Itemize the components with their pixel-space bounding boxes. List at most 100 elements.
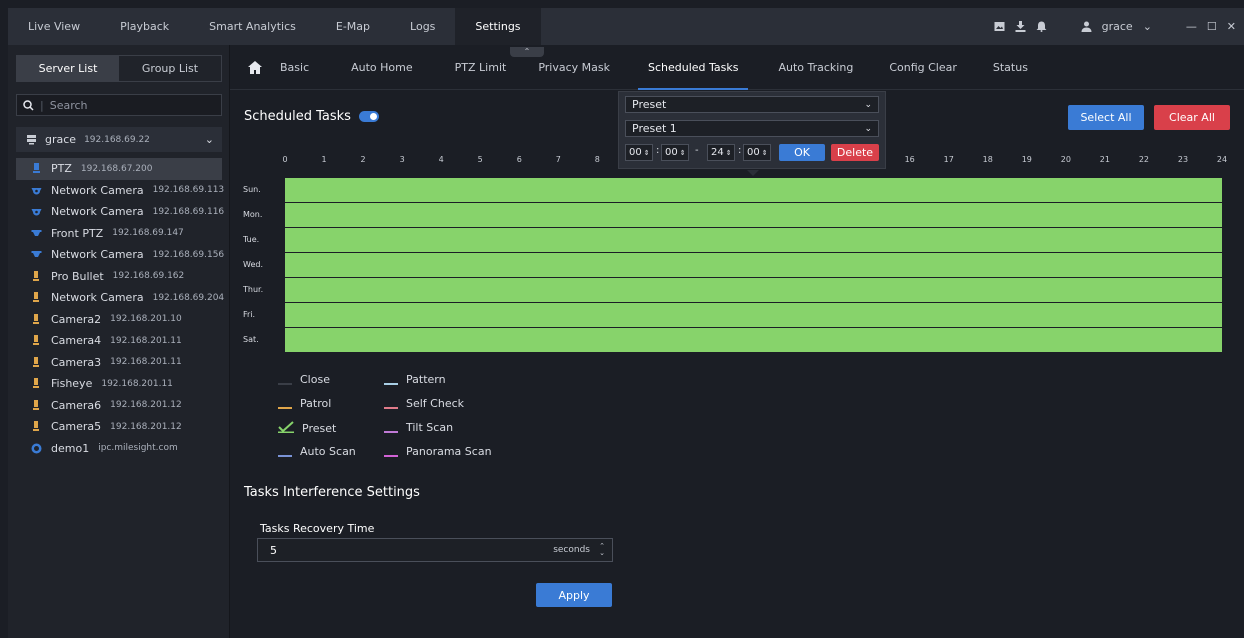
end-hour-input[interactable]: 24 ⇕ — [707, 144, 735, 161]
start-hour-input[interactable]: 00 ⇕ — [625, 144, 653, 161]
subtab-privacy-mask[interactable]: Privacy Mask — [520, 45, 624, 90]
schedule-row[interactable] — [285, 253, 1222, 277]
device-name: Pro Bullet — [51, 269, 104, 283]
sidebar-tabs: Server List Group List — [16, 55, 222, 82]
tab-smart-analytics[interactable]: Smart Analytics — [189, 8, 316, 45]
device-item[interactable]: Pro Bullet 192.168.69.162 — [16, 266, 222, 288]
tab-logs[interactable]: Logs — [390, 8, 455, 45]
server-node[interactable]: grace 192.168.69.22 ⌄ — [16, 127, 222, 152]
legend-label: Panorama Scan — [406, 445, 492, 458]
task-type-select[interactable]: Preset ⌄ — [625, 96, 879, 113]
settings-main: ⌃ Basic Auto Home PTZ Limit Privacy Mask… — [230, 45, 1244, 638]
device-item[interactable]: Camera5 192.168.201.12 — [16, 416, 222, 438]
device-ip: 192.168.69.116 — [152, 206, 225, 217]
subtab-status[interactable]: Status — [971, 45, 1042, 90]
schedule-row[interactable] — [285, 203, 1222, 227]
device-item[interactable]: PTZ 192.168.67.200 — [16, 158, 222, 180]
subtab-auto-home[interactable]: Auto Home — [323, 45, 427, 90]
device-item[interactable]: demo1 ipc.milesight.com — [16, 438, 222, 460]
top-nav-bar: Live View Playback Smart Analytics E-Map… — [8, 8, 1244, 45]
legend-item: Patrol — [278, 397, 331, 410]
tab-settings[interactable]: Settings — [455, 8, 541, 45]
device-ip: 192.168.69.147 — [112, 228, 184, 239]
subtab-config-clear[interactable]: Config Clear — [867, 45, 971, 90]
schedule-row[interactable] — [285, 178, 1222, 202]
device-item[interactable]: Camera2 192.168.201.10 — [16, 309, 222, 331]
legend-item: Close — [278, 373, 330, 386]
delete-button[interactable]: Delete — [831, 144, 879, 161]
legend-item: Auto Scan — [278, 445, 356, 458]
hour-tick-label: 0 — [282, 155, 288, 164]
schedule-row[interactable] — [285, 328, 1222, 352]
subtab-auto-tracking[interactable]: Auto Tracking — [762, 45, 867, 90]
schedule-row[interactable] — [285, 303, 1222, 327]
legend-swatch — [384, 430, 398, 433]
checkmark-icon — [278, 421, 294, 436]
recovery-time-input[interactable]: 5 seconds ⌃ ⌄ — [257, 538, 613, 562]
device-ip: 192.168.201.11 — [101, 378, 173, 389]
home-icon[interactable] — [248, 60, 262, 74]
tab-e-map[interactable]: E-Map — [316, 8, 390, 45]
chevron-down-icon[interactable]: ⌄ — [1143, 20, 1152, 33]
device-name: Network Camera — [51, 205, 144, 219]
device-name: Network Camera — [51, 183, 144, 197]
ok-button[interactable]: OK — [779, 144, 825, 161]
tab-live-view[interactable]: Live View — [8, 8, 100, 45]
server-ip: 192.168.69.22 — [84, 134, 150, 145]
legend-label: Patrol — [300, 397, 332, 410]
device-item[interactable]: Front PTZ 192.168.69.147 — [16, 223, 222, 245]
hour-tick-label: 18 — [982, 155, 993, 164]
download-icon[interactable] — [1015, 21, 1026, 32]
subtab-ptz-limit[interactable]: PTZ Limit — [427, 45, 521, 90]
end-minute-input[interactable]: 00 ⇕ — [743, 144, 771, 161]
device-item[interactable]: Camera6 192.168.201.12 — [16, 395, 222, 417]
preset-select[interactable]: Preset 1 ⌄ — [625, 120, 879, 137]
bullet-camera-icon — [31, 313, 42, 325]
schedule-grid[interactable] — [285, 178, 1222, 353]
picture-icon[interactable] — [994, 21, 1005, 32]
device-name: PTZ — [51, 162, 72, 176]
subtab-scheduled-tasks[interactable]: Scheduled Tasks — [624, 45, 763, 90]
hour-tick-label: 21 — [1099, 155, 1110, 164]
start-minute-input[interactable]: 00 ⇕ — [661, 144, 689, 161]
schedule-row[interactable] — [285, 278, 1222, 302]
device-item[interactable]: Network Camera 192.168.69.116 — [16, 201, 225, 223]
username[interactable]: grace — [1102, 20, 1133, 33]
select-all-button[interactable]: Select All — [1068, 105, 1144, 130]
day-label: Sun. — [243, 185, 261, 194]
tab-group-list[interactable]: Group List — [119, 56, 221, 81]
legend-label: Close — [300, 373, 330, 386]
chevron-down-icon[interactable]: ⌄ — [205, 133, 214, 146]
maximize-icon[interactable]: ☐ — [1207, 20, 1217, 33]
device-item[interactable]: Camera4 192.168.201.11 — [16, 330, 222, 352]
close-icon[interactable]: ✕ — [1227, 20, 1236, 33]
bullet-camera-icon — [31, 378, 42, 389]
legend-swatch — [278, 406, 292, 409]
device-name: Network Camera — [51, 291, 144, 305]
minimize-icon[interactable]: — — [1186, 20, 1197, 33]
tab-playback[interactable]: Playback — [100, 8, 189, 45]
server-name: grace — [45, 133, 77, 146]
device-item[interactable]: Fisheye 192.168.201.11 — [16, 373, 222, 395]
user-icon — [1081, 21, 1092, 32]
device-item[interactable]: Network Camera 192.168.69.204 — [16, 287, 224, 309]
bell-icon[interactable] — [1036, 21, 1047, 32]
search-input[interactable]: | Search — [16, 94, 222, 116]
device-item[interactable]: Camera3 192.168.201.11 — [16, 352, 222, 374]
task-edit-popup: Preset ⌄ Preset 1 ⌄ 00 ⇕ : 00 ⇕ - 24 ⇕ : 00 ⇕ … — [618, 91, 886, 176]
apply-button[interactable]: Apply — [536, 583, 612, 607]
spinner-icon[interactable]: ⌃ ⌄ — [599, 543, 605, 557]
tab-server-list[interactable]: Server List — [17, 56, 119, 81]
device-item[interactable]: Network Camera 192.168.69.113 — [16, 180, 224, 202]
device-item[interactable]: Network Camera 192.168.69.156 — [16, 244, 224, 266]
subtab-basic[interactable]: Basic — [266, 45, 323, 90]
clear-all-button[interactable]: Clear All — [1154, 105, 1230, 130]
hour-tick-label: 5 — [477, 155, 483, 164]
device-name: Camera3 — [51, 355, 102, 369]
enable-toggle[interactable] — [358, 111, 379, 122]
bullet-camera-icon — [31, 335, 42, 346]
day-label: Wed. — [243, 260, 263, 269]
bullet-camera-icon — [31, 270, 42, 282]
schedule-row[interactable] — [285, 228, 1222, 252]
day-label: Sat. — [243, 335, 259, 344]
